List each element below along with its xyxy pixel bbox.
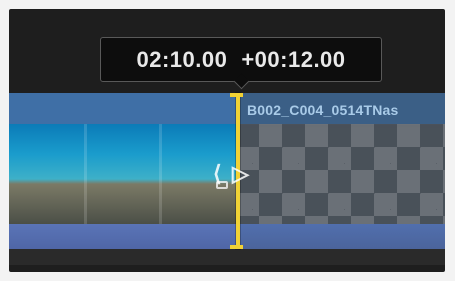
right-arrow-icon: ▷ [232, 161, 249, 186]
edit-bracket-bottom [230, 245, 243, 249]
clip-left-header [9, 93, 236, 124]
timeline-frame: 02:10.00 +00:12.00 B002_C004_0514TNas ⟨ … [9, 9, 445, 272]
clip-right-audio [236, 224, 445, 249]
timecode-delta: +00:12.00 [241, 46, 346, 72]
trim-handle[interactable]: ⟨ ▷ [207, 161, 249, 203]
current-timecode: 02:10.00 [136, 46, 228, 72]
clip-right-header: B002_C004_0514TNas [236, 93, 445, 124]
clip-left-thumbnails [9, 124, 236, 224]
clip-right-title: B002_C004_0514TNas [247, 102, 399, 118]
clip-right[interactable]: B002_C004_0514TNas [236, 93, 445, 249]
clip-right-thumbnails [236, 124, 445, 224]
thumbnail-divider [159, 124, 162, 224]
clip-badge-icon [216, 181, 228, 189]
edit-bracket-top [230, 93, 243, 97]
clip-left[interactable] [9, 93, 236, 249]
clip-left-audio [9, 224, 236, 249]
thumbnail-divider [84, 124, 87, 224]
timecode-tooltip: 02:10.00 +00:12.00 [100, 37, 382, 82]
